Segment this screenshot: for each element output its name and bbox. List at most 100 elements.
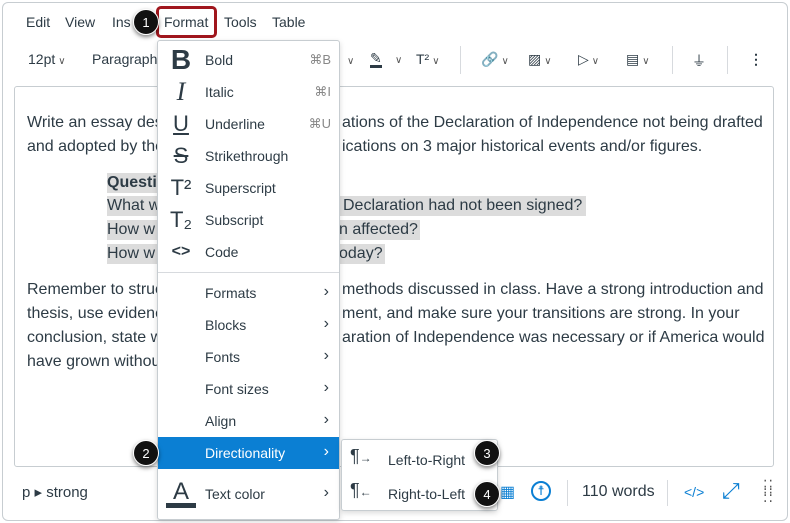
code-icon: <> — [171, 243, 191, 260]
callout-2: 2 — [133, 440, 159, 466]
question-line: Declaration had not been signed? — [339, 196, 587, 216]
ltr-icon: ¶→ — [350, 446, 372, 466]
format-menu: B Bold ⌘B I Italic ⌘I U Underline ⌘U S Striketh… — [157, 40, 340, 520]
menu-item-text-color[interactable]: A Text color › — [158, 478, 339, 510]
strikethrough-icon: S — [173, 143, 189, 168]
accessibility-icon[interactable]: ☨ — [531, 481, 551, 501]
subscript-icon: T₂ — [170, 207, 192, 232]
text-line: ment, and make sure your transitions are… — [342, 305, 740, 322]
menu-table[interactable]: Table — [272, 14, 305, 30]
menu-item-align[interactable]: Align › — [158, 405, 339, 437]
more-options-icon[interactable]: ⋮ — [749, 51, 763, 68]
block-format-value: Paragraph — [92, 51, 158, 67]
callout-3: 3 — [474, 440, 500, 466]
bold-icon: B — [170, 44, 192, 75]
media-icon[interactable]: ▷ ∨ — [578, 51, 599, 68]
menu-divider — [158, 272, 339, 273]
label: Superscript — [205, 180, 276, 196]
fullscreen-icon[interactable]: ⤢ — [722, 478, 740, 504]
block-format-dropdown[interactable]: Paragraph — [92, 51, 157, 67]
element-path[interactable]: p ▸ strong — [22, 483, 88, 501]
menu-item-fonts[interactable]: Fonts › — [158, 341, 339, 373]
format-highlight — [156, 6, 217, 38]
underline-icon: U — [173, 111, 189, 136]
chevron-right-icon: › — [323, 411, 329, 428]
html-editor-toggle[interactable]: </> — [684, 484, 704, 500]
label: Right-to-Left — [388, 486, 466, 502]
question-line: oday? — [339, 244, 385, 264]
text-line: aration of Independence was necessary or… — [342, 329, 765, 346]
menu-item-directionality[interactable]: Directionality › — [158, 437, 339, 469]
keyboard-shortcuts-icon[interactable]: ▦ — [500, 482, 515, 502]
menu-item-subscript[interactable]: T₂ Subscript — [158, 204, 339, 236]
menu-view[interactable]: View — [65, 14, 95, 30]
word-count: 110 words — [582, 483, 655, 500]
font-size-dropdown[interactable]: 12pt ∨ — [28, 51, 66, 67]
highlight-icon[interactable]: ✎ — [370, 51, 382, 68]
plugin-icon[interactable]: ⏚ — [692, 51, 706, 71]
label: Text color — [205, 486, 265, 502]
text-line: methods discussed in class. Have a stron… — [342, 281, 764, 298]
label: Blocks — [205, 317, 247, 333]
text-line: ications on 3 major historical events an… — [342, 138, 703, 155]
label: Code — [205, 244, 239, 260]
label: Directionality — [205, 445, 286, 461]
superscript-icon: T² — [170, 175, 192, 200]
menu-item-formats[interactable]: Formats › — [158, 277, 339, 309]
text-line: Remember to struc — [27, 281, 164, 298]
chevron-right-icon: › — [323, 315, 329, 332]
callout-1: 1 — [133, 9, 159, 35]
label: Underline — [205, 116, 265, 132]
menu-item-left-to-right[interactable]: ¶→ Left-to-Right — [342, 442, 497, 476]
menu-item-underline[interactable]: U Underline ⌘U — [158, 108, 339, 140]
italic-icon: I — [176, 77, 186, 106]
superscript-dropdown[interactable]: T² ∨ — [416, 51, 440, 67]
shortcut: ⌘B — [309, 52, 331, 67]
text-color-chevron[interactable]: ∨ — [344, 51, 354, 67]
menu-item-bold[interactable]: B Bold ⌘B — [158, 44, 339, 76]
image-icon[interactable]: ▨ ∨ — [528, 51, 552, 68]
menu-tools[interactable]: Tools — [224, 14, 257, 30]
question-line: How w — [107, 244, 158, 264]
shortcut: ⌘I — [314, 84, 331, 99]
chevron-right-icon: › — [323, 379, 329, 396]
chevron-right-icon: › — [323, 484, 329, 501]
chevron-right-icon: › — [323, 347, 329, 364]
resize-handle-icon[interactable]: ⁚⁚ ⁚⁚ ⁚⁚ — [763, 478, 774, 504]
font-size-value: 12pt — [28, 51, 56, 67]
menu-item-code[interactable]: <> Code — [158, 236, 339, 268]
label: Fonts — [205, 349, 241, 365]
chevron-right-icon: › — [323, 443, 329, 460]
document-icon[interactable]: ▤ ∨ — [626, 51, 650, 68]
label: Formats — [205, 285, 257, 301]
label: Left-to-Right — [388, 452, 466, 468]
text-line: ations of the Declaration of Independenc… — [342, 114, 763, 131]
text-line: have grown withou — [27, 353, 161, 370]
questions-heading: Questi — [107, 173, 158, 193]
menu-item-blocks[interactable]: Blocks › — [158, 309, 339, 341]
question-line: What w — [107, 196, 161, 216]
question-line: n affected? — [339, 220, 420, 240]
label: Strikethrough — [205, 148, 289, 164]
label: Bold — [205, 52, 234, 68]
chevron-right-icon: › — [323, 283, 329, 300]
callout-4: 4 — [474, 481, 500, 507]
text-color-icon: A — [166, 478, 196, 508]
menu-item-superscript[interactable]: T² Superscript — [158, 172, 339, 204]
menu-item-strikethrough[interactable]: S Strikethrough — [158, 140, 339, 172]
question-line: How w — [107, 220, 158, 240]
shortcut: ⌘U — [308, 116, 331, 131]
menu-insert[interactable]: Ins — [112, 14, 131, 30]
link-icon[interactable]: 🔗 ∨ — [481, 51, 509, 68]
menu-edit[interactable]: Edit — [26, 14, 50, 30]
text-line: thesis, use evidenc — [27, 305, 164, 322]
text-line: Write an essay des — [27, 114, 163, 131]
label: Italic — [205, 84, 234, 100]
menu-item-italic[interactable]: I Italic ⌘I — [158, 76, 339, 108]
text-line: and adopted by the — [27, 138, 165, 155]
label: Subscript — [205, 212, 264, 228]
label: Font sizes — [205, 381, 269, 397]
text-line: conclusion, state w — [27, 329, 163, 346]
menu-item-font-sizes[interactable]: Font sizes › — [158, 373, 339, 405]
label: Align — [205, 413, 237, 429]
